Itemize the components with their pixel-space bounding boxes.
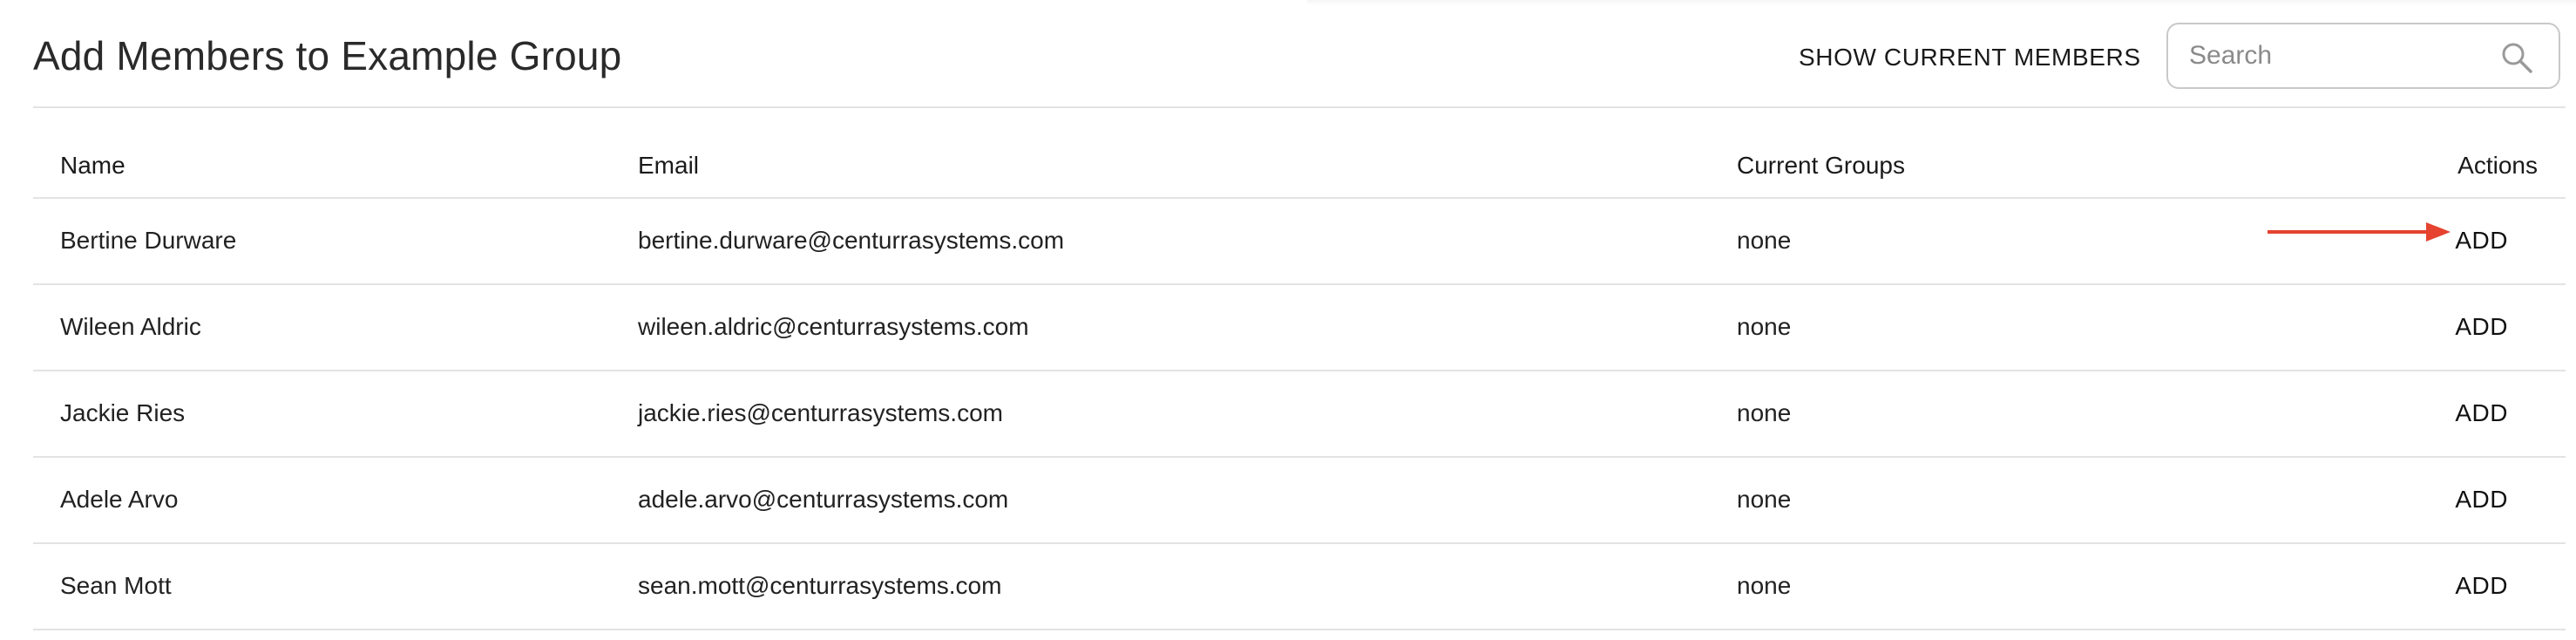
table-row: Jackie Ries jackie.ries@centurrasystems.… xyxy=(33,371,2566,458)
column-header-actions: Actions xyxy=(2457,152,2538,179)
members-table: Name Email Current Groups Actions Bertin… xyxy=(33,106,2566,630)
table-row: Sean Mott sean.mott@centurrasystems.com … xyxy=(33,544,2566,630)
member-email: jackie.ries@centurrasystems.com xyxy=(638,399,1003,426)
add-member-button[interactable]: ADD xyxy=(2455,572,2508,600)
table-header: Name Email Current Groups Actions xyxy=(33,106,2566,199)
member-name: Bertine Durware xyxy=(60,227,237,254)
page-title: Add Members to Example Group xyxy=(33,33,622,78)
member-current-groups: none xyxy=(1737,572,1792,599)
member-name: Wileen Aldric xyxy=(60,313,201,340)
table-row: Wileen Aldric wileen.aldric@centurrasyst… xyxy=(33,285,2566,371)
table-row: Bertine Durware bertine.durware@centurra… xyxy=(33,199,2566,285)
add-member-button[interactable]: ADD xyxy=(2455,313,2508,341)
member-email: wileen.aldric@centurrasystems.com xyxy=(638,313,1029,340)
member-email: bertine.durware@centurrasystems.com xyxy=(638,227,1065,254)
page-header: Add Members to Example Group SHOW CURREN… xyxy=(33,0,2566,108)
member-email: sean.mott@centurrasystems.com xyxy=(638,572,1002,599)
add-member-button[interactable]: ADD xyxy=(2455,227,2508,255)
member-name: Sean Mott xyxy=(60,572,172,599)
table-row: Adele Arvo adele.arvo@centurrasystems.co… xyxy=(33,458,2566,544)
show-current-members-button[interactable]: SHOW CURRENT MEMBERS xyxy=(1799,44,2141,71)
member-current-groups: none xyxy=(1737,227,1792,254)
add-member-button[interactable]: ADD xyxy=(2455,486,2508,514)
search-input[interactable] xyxy=(2189,37,2485,75)
member-name: Adele Arvo xyxy=(60,486,179,513)
add-member-button[interactable]: ADD xyxy=(2455,399,2508,427)
column-header-name[interactable]: Name xyxy=(60,152,125,180)
member-current-groups: none xyxy=(1737,313,1792,340)
member-name: Jackie Ries xyxy=(60,399,186,426)
member-email: adele.arvo@centurrasystems.com xyxy=(638,486,1009,513)
search-icon[interactable] xyxy=(2499,40,2534,75)
arrow-right-icon xyxy=(2268,222,2451,242)
column-header-current-groups[interactable]: Current Groups xyxy=(1737,152,1905,180)
search-box[interactable] xyxy=(2166,23,2560,89)
column-header-email[interactable]: Email xyxy=(638,152,699,180)
member-current-groups: none xyxy=(1737,486,1792,513)
member-current-groups: none xyxy=(1737,399,1792,426)
